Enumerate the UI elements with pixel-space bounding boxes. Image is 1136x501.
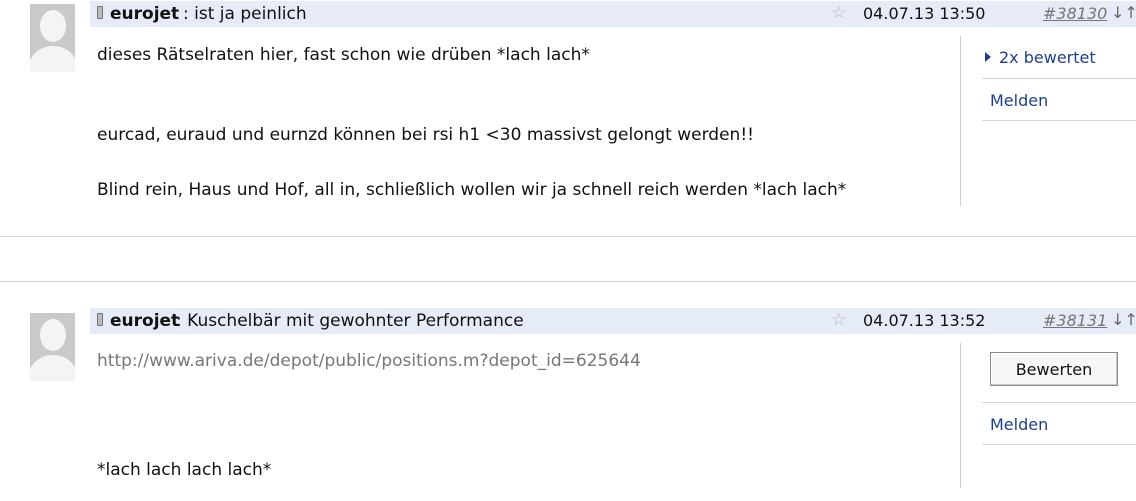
star-icon[interactable]: ☆ — [831, 3, 846, 23]
report-link[interactable]: Melden — [990, 91, 1048, 110]
post-title: : Kuschelbär mit gewohnter Performance — [176, 311, 524, 331]
avatar[interactable] — [30, 4, 75, 72]
post-title: : ist ja peinlich — [183, 4, 307, 24]
report-link[interactable]: Melden — [990, 415, 1048, 434]
post-number-link[interactable]: #38131 — [1043, 311, 1107, 330]
star-icon[interactable]: ☆ — [831, 310, 846, 330]
rate-button[interactable]: Bewerten — [990, 352, 1118, 386]
post-body-line: *lach lach lach lach* — [97, 460, 272, 480]
mobile-phone-icon — [97, 313, 103, 326]
avatar[interactable] — [30, 313, 75, 381]
post-body-line: eurcad, euraud und eurnzd können bei rsi… — [97, 125, 754, 145]
divider — [982, 444, 1136, 445]
mobile-phone-icon — [97, 6, 103, 19]
post-author[interactable]: eurojet — [110, 311, 179, 331]
post-separator — [0, 281, 1136, 282]
sort-arrows-icon[interactable]: ↓↑ — [1111, 3, 1136, 22]
post-author[interactable]: eurojet — [110, 4, 179, 24]
post-body-line: Blind rein, Haus und Hof, all in, schlie… — [97, 180, 847, 200]
post-header: eurojet : Kuschelbär mit gewohnter Perfo… — [90, 308, 1136, 334]
post-body-line: dieses Rätselraten hier, fast schon wie … — [97, 45, 590, 65]
post-number-link[interactable]: #38130 — [1043, 4, 1107, 23]
post-separator — [0, 236, 1136, 237]
sort-arrows-icon[interactable]: ↓↑ — [1111, 310, 1136, 329]
divider — [960, 36, 961, 206]
post-header: eurojet : ist ja peinlich ☆ 04.07.13 13:… — [90, 1, 1136, 27]
divider — [982, 402, 1136, 403]
rated-count-link[interactable]: 2x bewertet — [985, 48, 1096, 67]
triangle-right-icon — [985, 52, 991, 62]
post-date: 04.07.13 13:52 — [863, 311, 986, 330]
post-date: 04.07.13 13:50 — [863, 4, 986, 23]
divider — [982, 120, 1136, 121]
divider — [960, 343, 961, 488]
post-body-link[interactable]: http://www.ariva.de/depot/public/positio… — [97, 350, 641, 372]
divider — [982, 78, 1136, 79]
